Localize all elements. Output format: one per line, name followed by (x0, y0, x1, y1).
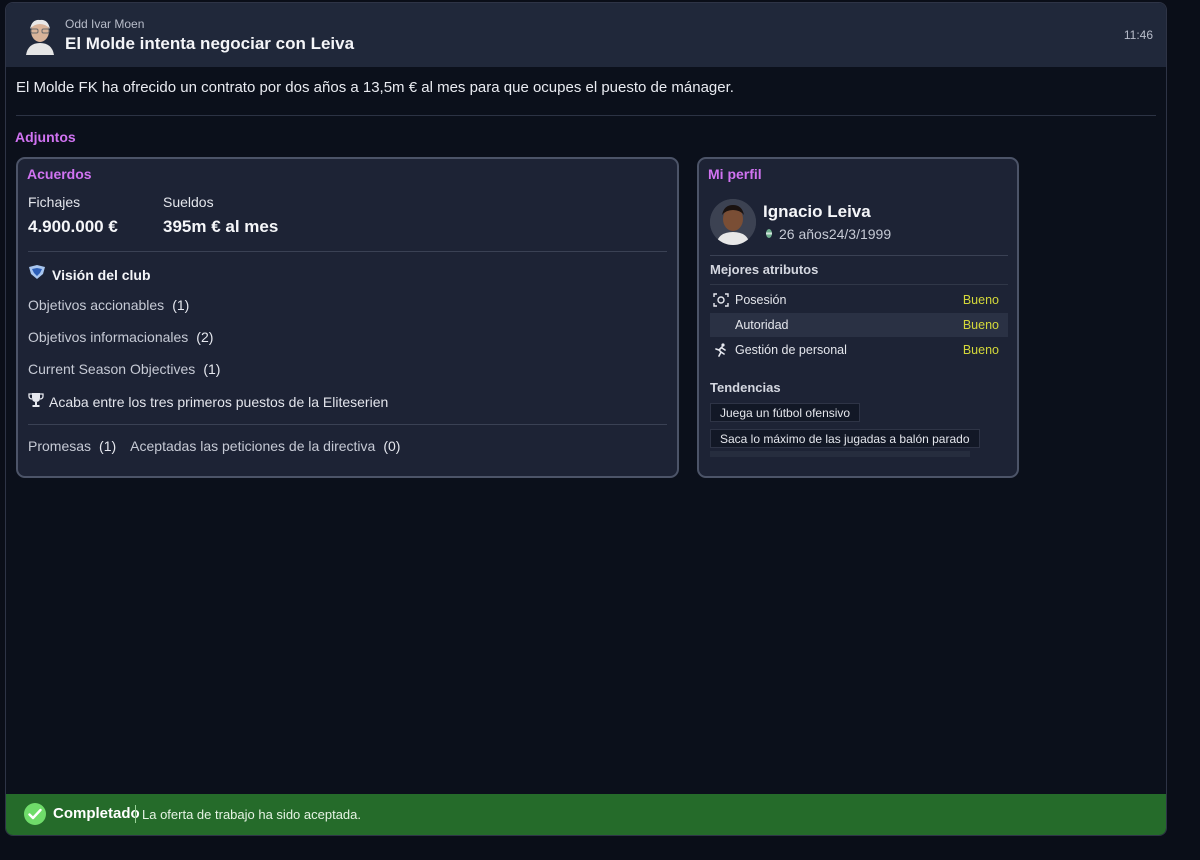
attribute-label: Gestión de personal (735, 343, 847, 357)
divider (16, 115, 1156, 116)
sender-name: Odd Ivar Moen (65, 17, 145, 31)
board-requests-label: Aceptadas las peticiones de la directiva (130, 438, 376, 454)
status-title: Completado (53, 805, 140, 822)
attribute-value: Bueno (962, 318, 999, 332)
best-attributes-heading: Mejores atributos (710, 262, 819, 277)
objective-label: Current Season Objectives (28, 361, 196, 377)
attribute-value: Bueno (962, 343, 999, 357)
check-circle-icon (24, 803, 46, 825)
wages-value: 395m € al mes (163, 217, 279, 236)
objective-count: (1) (203, 361, 221, 377)
attribute-row-authority: Autoridad Bueno (710, 313, 1008, 337)
attribute-row-man-management: Gestión de personal Bueno (710, 338, 1008, 362)
possession-icon (712, 293, 730, 307)
status-bar: Completado La oferta de trabajo ha sido … (6, 794, 1166, 835)
promises-count: (1) (99, 438, 117, 454)
manager-avatar (710, 199, 756, 245)
objective-row-actionable[interactable]: Objetivos accionables (1) (28, 297, 189, 313)
nationality-flag-icon (765, 226, 773, 242)
status-message: La oferta de trabajo ha sido aceptada. (142, 807, 361, 822)
transfer-fees-value: 4.900.000 € (28, 217, 118, 236)
profile-card-title: Mi perfil (708, 166, 762, 182)
promises-label: Promesas (28, 438, 92, 454)
objective-count: (2) (196, 329, 214, 345)
message-time: 11:46 (1123, 28, 1153, 42)
attribute-row-possession: Posesión Bueno (710, 288, 1008, 312)
message-title: El Molde intenta negociar con Leiva (65, 34, 355, 53)
objective-label: Objetivos informacionales (28, 329, 189, 345)
club-vision-heading[interactable]: Visión del club (28, 265, 151, 284)
trophy-objective-text: Acaba entre los tres primeros puestos de… (49, 393, 389, 410)
my-profile-card[interactable]: Mi perfil Ignacio Leiva 26 años24/3/1999… (697, 157, 1019, 478)
divider (710, 284, 1008, 285)
club-vision-title: Visión del club (52, 266, 151, 283)
board-requests-count: (0) (383, 438, 401, 454)
manager-meta: 26 años24/3/1999 (765, 226, 891, 242)
promises-row[interactable]: Promesas (1) Aceptadas las peticiones de l… (28, 438, 414, 454)
deals-card[interactable]: Acuerdos Fichajes 4.900.000 € Sueldos 39… (16, 157, 679, 478)
attribute-label: Autoridad (735, 318, 789, 332)
deals-card-title: Acuerdos (27, 166, 92, 182)
trophy-icon (28, 392, 44, 411)
message-header: Odd Ivar Moen El Molde intenta negociar … (6, 3, 1166, 67)
tendency-overflow-strip (710, 451, 970, 457)
trophy-objective: Acaba entre los tres primeros puestos de… (28, 392, 388, 411)
tendencies-heading: Tendencias (710, 380, 781, 395)
objective-label: Objetivos accionables (28, 297, 165, 313)
objective-row-current-season[interactable]: Current Season Objectives (1) (28, 361, 220, 377)
running-person-icon (712, 343, 730, 357)
divider (28, 251, 667, 252)
message-body: El Molde FK ha ofrecido un contrato por … (16, 79, 734, 96)
wages-label: Sueldos (163, 194, 214, 210)
tendency-tag: Saca lo máximo de las jugadas a balón pa… (710, 429, 980, 448)
attribute-label: Posesión (735, 293, 787, 307)
divider (135, 805, 136, 823)
transfer-fees-label: Fichajes (28, 194, 81, 210)
inbox-message-window: Odd Ivar Moen El Molde intenta negociar … (5, 2, 1167, 836)
objective-row-informational[interactable]: Objetivos informacionales (2) (28, 329, 213, 345)
manager-age-birthdate: 26 años24/3/1999 (779, 226, 892, 242)
manager-name: Ignacio Leiva (763, 202, 871, 221)
club-badge-icon (28, 265, 46, 284)
objective-count: (1) (172, 297, 190, 313)
attachments-heading: Adjuntos (15, 129, 76, 145)
divider (28, 424, 667, 425)
attribute-value: Bueno (962, 293, 999, 307)
tendency-tag: Juega un fútbol ofensivo (710, 403, 861, 422)
divider (710, 255, 1008, 256)
sender-avatar (24, 17, 56, 55)
